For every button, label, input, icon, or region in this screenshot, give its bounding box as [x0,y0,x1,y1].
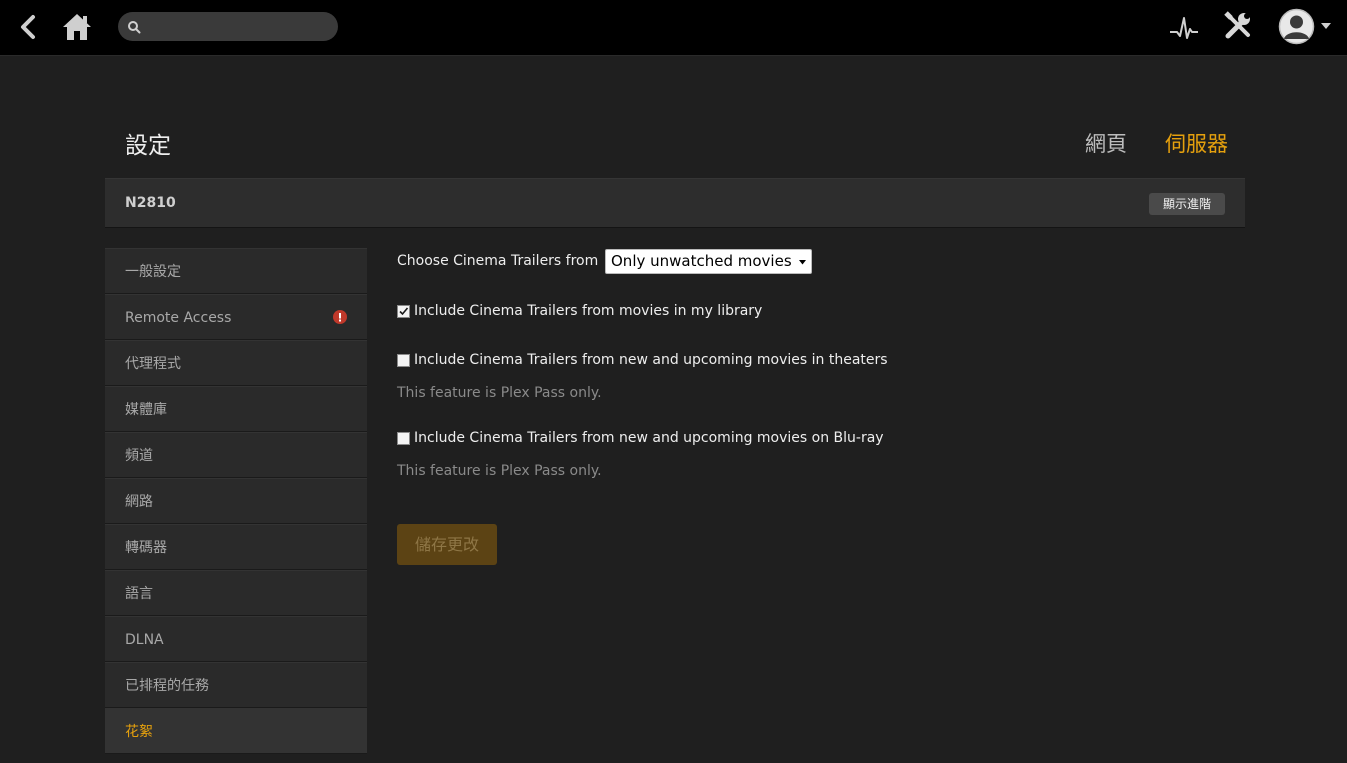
plex-pass-note-theaters: This feature is Plex Pass only. [397,385,602,401]
theater-trailers-label: Include Cinema Trailers from new and upc… [414,352,888,368]
search-input[interactable] [146,15,331,38]
search-icon [128,21,141,34]
sidebar-item-agents[interactable]: 代理程式 [105,340,367,386]
sidebar-item-languages[interactable]: 語言 [105,570,367,616]
sidebar-item-label: 已排程的任務 [125,678,209,694]
show-advanced-button[interactable]: 顯示進階 [1149,193,1225,215]
sidebar-item-general[interactable]: 一般設定 [105,248,367,294]
bluray-trailers-label: Include Cinema Trailers from new and upc… [414,430,884,446]
plex-pass-note-bluray: This feature is Plex Pass only. [397,463,602,479]
sidebar-item-library[interactable]: 媒體庫 [105,386,367,432]
settings-sidebar: 一般設定 Remote Access 代理程式 媒體庫 頻道 網路 轉碼器 語言… [105,248,367,754]
sidebar-item-transcoder[interactable]: 轉碼器 [105,524,367,570]
checkmark-icon [399,307,409,316]
server-name: N2810 [125,195,176,211]
user-avatar-icon [1278,8,1315,45]
user-menu-button[interactable] [1278,8,1336,46]
dropdown-caret-icon [799,260,806,265]
library-trailers-label: Include Cinema Trailers from movies in m… [414,303,763,319]
cinema-trailers-source-label: Choose Cinema Trailers from [397,253,599,269]
bluray-trailers-checkbox[interactable] [397,432,410,445]
warning-icon [333,310,347,324]
select-value: Only unwatched movies [611,252,792,270]
sidebar-item-label: 頻道 [125,448,153,464]
sidebar-item-dlna[interactable]: DLNA [105,616,367,662]
sidebar-item-label: 轉碼器 [125,540,167,556]
theater-trailers-checkbox[interactable] [397,354,410,367]
back-arrow-icon [21,15,35,39]
back-button[interactable] [14,12,44,42]
tools-icon [1224,11,1250,39]
caret-down-icon [1321,23,1331,29]
search-bar[interactable] [118,12,338,41]
home-button[interactable] [60,10,94,44]
sidebar-item-channels[interactable]: 頻道 [105,432,367,478]
tab-web[interactable]: 網頁 [1085,128,1127,158]
sidebar-item-label: Remote Access [125,310,232,326]
tab-server[interactable]: 伺服器 [1165,128,1228,158]
page-title: 設定 [125,133,171,159]
sidebar-item-label: 媒體庫 [125,402,167,418]
save-changes-button[interactable]: 儲存更改 [397,524,497,565]
library-trailers-checkbox[interactable] [397,305,410,318]
server-bar: N2810 顯示進階 [105,178,1245,228]
activity-icon [1170,17,1198,39]
sidebar-item-scheduled-tasks[interactable]: 已排程的任務 [105,662,367,708]
sidebar-item-label: 一般設定 [125,264,181,280]
sidebar-item-remote-access[interactable]: Remote Access [105,294,367,340]
sidebar-item-label: 花絮 [125,724,153,740]
settings-tools-button[interactable] [1222,10,1254,42]
sidebar-item-label: 語言 [125,586,153,602]
sidebar-item-network[interactable]: 網路 [105,478,367,524]
activity-button[interactable] [1168,12,1200,42]
sidebar-item-label: 網路 [125,494,153,510]
sidebar-item-label: 代理程式 [125,356,181,372]
top-bar [0,0,1347,56]
sidebar-item-label: DLNA [125,632,164,648]
home-icon [63,14,91,40]
cinema-trailers-source-select[interactable]: Only unwatched movies [605,249,812,274]
sidebar-item-extras[interactable]: 花絮 [105,708,367,754]
